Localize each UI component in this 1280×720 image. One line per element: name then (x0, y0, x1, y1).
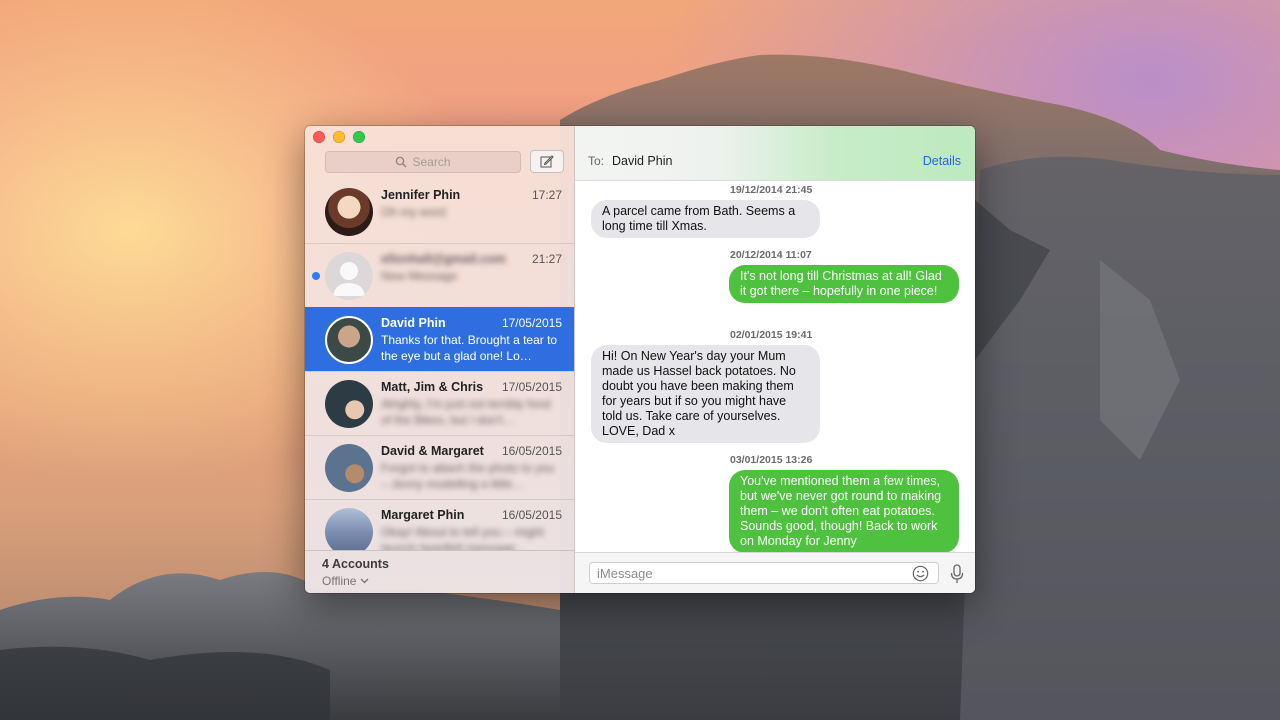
status-menu[interactable]: Offline (322, 574, 369, 588)
conversation-name: David Phin (381, 316, 446, 330)
search-icon (396, 156, 407, 168)
outgoing-message: It's not long till Christmas at all! Gla… (729, 265, 959, 303)
conversation-row[interactable]: Jennifer Phin 17:27 Oh my word (305, 180, 574, 243)
message-timestamp: 03/01/2015 13:26 (730, 454, 813, 466)
compose-bar (575, 552, 975, 593)
conversation-time: 21:27 (531, 252, 562, 266)
avatar (325, 188, 373, 236)
status-label: Offline (322, 574, 357, 588)
emoji-icon[interactable] (912, 565, 929, 582)
conversation-row[interactable]: David & Margaret 16/05/2015 Forgot to at… (305, 435, 574, 499)
conversation-time: 17:27 (531, 188, 562, 202)
conversation-preview: Thanks for that. Brought a tear to the e… (381, 333, 558, 363)
zoom-window-button[interactable] (353, 131, 365, 143)
conversation-time: 16/05/2015 (501, 508, 562, 522)
message-transcript[interactable]: 19/12/2014 21:45 A parcel came from Bath… (575, 181, 975, 553)
conversation-preview: Oh my word (381, 205, 446, 219)
search-placeholder: Search (412, 155, 451, 169)
conversation-name: Jennifer Phin (381, 188, 461, 202)
message-timestamp: 19/12/2014 21:45 (730, 184, 813, 196)
incoming-message: A parcel came from Bath. Seems a long ti… (591, 200, 820, 238)
conversation-name: Matt, Jim & Chris (381, 380, 484, 394)
conversation-time: 16/05/2015 (501, 444, 562, 458)
avatar (325, 316, 373, 364)
incoming-message: Hi! On New Year's day your Mum made us H… (591, 345, 820, 443)
message-timestamp: 20/12/2014 11:07 (730, 249, 812, 261)
messages-window: Search Jennifer Phin 17:27 Oh my word el… (305, 126, 975, 593)
chevron-down-icon (361, 578, 369, 584)
compose-button[interactable] (530, 150, 564, 173)
conversation-row-selected[interactable]: David Phin 17/05/2015 Thanks for that. B… (305, 307, 574, 371)
to-label: To: (588, 154, 605, 168)
minimize-window-button[interactable] (333, 131, 345, 143)
recipient-name[interactable]: David Phin (612, 154, 672, 168)
avatar (325, 252, 373, 300)
chat-header: To: David Phin Details (575, 126, 975, 181)
compose-icon (540, 155, 554, 168)
search-field[interactable]: Search (325, 151, 521, 173)
conversation-name: Margaret Phin (381, 508, 465, 522)
conversation-preview: Forgot to attach the photo to you – Jenn… (381, 461, 555, 491)
avatar (325, 508, 373, 550)
outgoing-message: You've mentioned them a few times, but w… (729, 470, 959, 553)
avatar (325, 444, 373, 492)
avatar (325, 380, 373, 428)
window-controls (313, 131, 365, 143)
conversation-name: David & Margaret (381, 444, 484, 458)
microphone-icon[interactable] (950, 564, 964, 584)
accounts-count: 4 Accounts (322, 557, 389, 571)
conversation-pane: To: David Phin Details 19/12/2014 21:45 … (575, 126, 975, 593)
conversation-row[interactable]: ellonhall@gmail.com 21:27 New Message (305, 243, 574, 307)
conversation-preview: Okay! About to tell you – might launch h… (381, 525, 544, 550)
conversation-preview: New Message (381, 269, 458, 283)
conversation-preview: Alrighty, I'm just not terribly fond of … (381, 397, 551, 427)
person-placeholder-icon (333, 262, 365, 296)
message-input[interactable] (589, 562, 939, 584)
details-button[interactable]: Details (923, 154, 961, 168)
unread-indicator (312, 272, 320, 280)
close-window-button[interactable] (313, 131, 325, 143)
accounts-footer: 4 Accounts Offline (305, 550, 574, 593)
conversation-time: 17/05/2015 (501, 380, 562, 394)
conversation-sidebar: Search Jennifer Phin 17:27 Oh my word el… (305, 126, 575, 593)
conversation-time: 17/05/2015 (501, 316, 562, 330)
conversation-list: Jennifer Phin 17:27 Oh my word ellonhall… (305, 180, 574, 550)
conversation-row[interactable]: Matt, Jim & Chris 17/05/2015 Alrighty, I… (305, 371, 574, 435)
conversation-row[interactable]: Margaret Phin 16/05/2015 Okay! About to … (305, 499, 574, 550)
conversation-name: ellonhall@gmail.com (381, 252, 506, 266)
message-timestamp: 02/01/2015 19:41 (730, 329, 813, 341)
